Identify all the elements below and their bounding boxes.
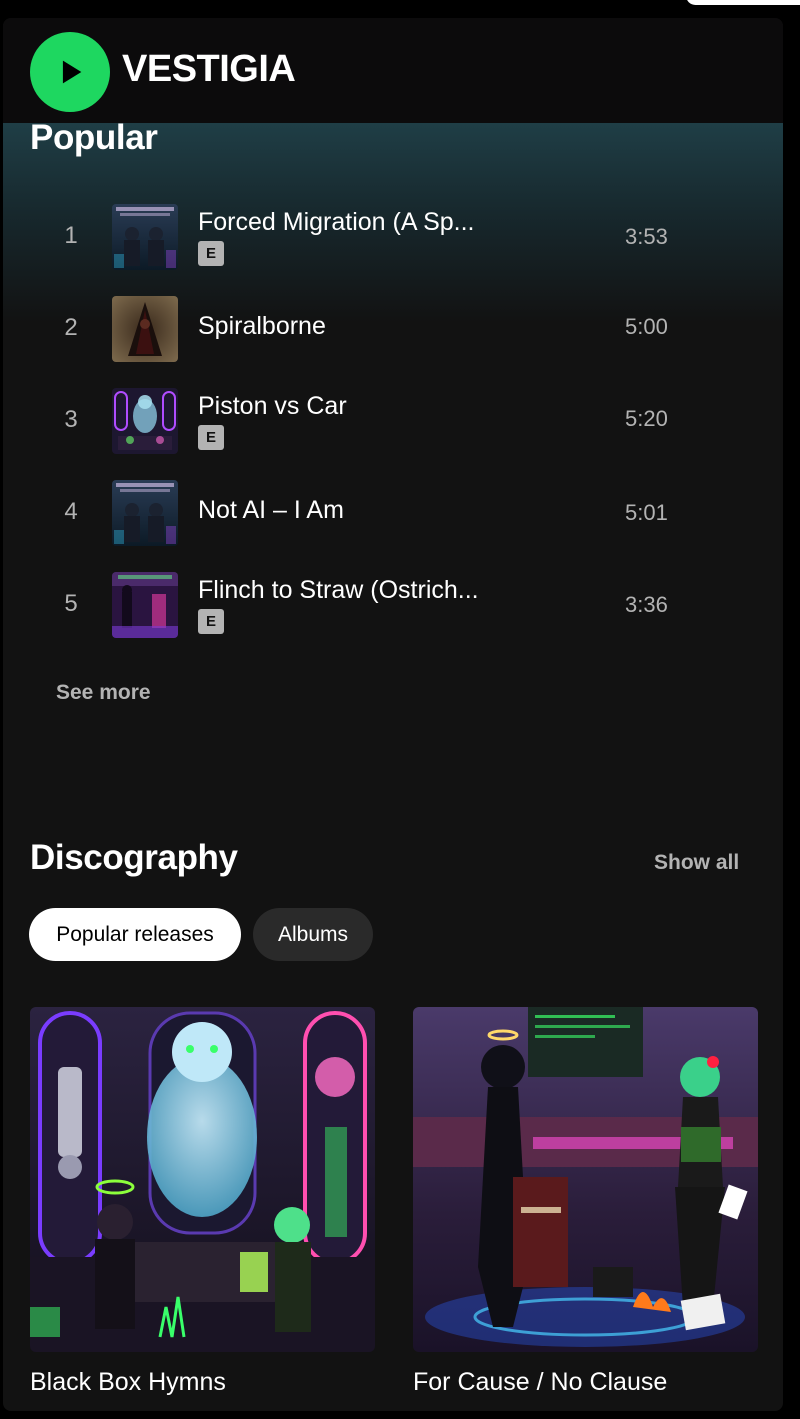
- track-number: 4: [64, 498, 78, 525]
- scroll-gutter: [783, 18, 800, 1419]
- track-duration: 5:20: [625, 406, 668, 431]
- track-title[interactable]: Piston vs Car: [198, 392, 347, 421]
- explicit-badge: E: [198, 609, 224, 634]
- sticky-artist-header: VESTIGIA: [3, 18, 783, 123]
- release-title[interactable]: Black Box Hymns: [30, 1368, 226, 1397]
- artist-name: VESTIGIA: [122, 48, 296, 90]
- release-cover-art[interactable]: [413, 1007, 758, 1352]
- track-row[interactable]: 4 Not AI – I Am 5:01: [39, 476, 739, 548]
- track-number: 1: [64, 222, 78, 249]
- track-title[interactable]: Flinch to Straw (Ostrich...: [198, 576, 479, 605]
- track-row[interactable]: 1 Forced Migration (A Sp... E 3:53: [39, 200, 739, 272]
- track-number: 5: [64, 590, 78, 617]
- window-top-bar: [0, 0, 800, 18]
- track-cover-art: [112, 388, 178, 454]
- filter-chip-popular-releases[interactable]: Popular releases: [29, 908, 241, 961]
- popular-heading: Popular: [30, 118, 158, 157]
- track-number: 2: [64, 314, 78, 341]
- track-duration: 3:36: [625, 592, 668, 617]
- artist-page: VESTIGIA Popular 1 Forced Migration (A S…: [3, 18, 783, 1411]
- track-row[interactable]: 5 Flinch to Straw (Ostrich... E 3:36: [39, 568, 739, 640]
- track-duration: 3:53: [625, 224, 668, 249]
- track-cover-art: [112, 204, 178, 270]
- track-duration: 5:00: [625, 314, 668, 339]
- track-cover-art: [112, 572, 178, 638]
- track-title[interactable]: Forced Migration (A Sp...: [198, 208, 475, 237]
- explicit-badge: E: [198, 425, 224, 450]
- track-cover-art: [112, 296, 178, 362]
- play-icon: [62, 60, 82, 84]
- show-all-link[interactable]: Show all: [654, 851, 739, 875]
- track-number: 3: [64, 406, 78, 433]
- track-title[interactable]: Spiralborne: [198, 312, 326, 341]
- explicit-badge: E: [198, 241, 224, 266]
- track-cover-art: [112, 480, 178, 546]
- filter-chip-albums[interactable]: Albums: [253, 908, 373, 961]
- discography-heading: Discography: [30, 838, 238, 877]
- release-title[interactable]: For Cause / No Clause: [413, 1368, 667, 1397]
- top-search-pill[interactable]: [686, 0, 800, 5]
- track-row[interactable]: 2 Spiralborne 5:00: [39, 292, 739, 364]
- see-more-button[interactable]: See more: [56, 681, 151, 705]
- track-title[interactable]: Not AI – I Am: [198, 496, 344, 525]
- track-duration: 5:01: [625, 500, 668, 525]
- track-row[interactable]: 3 Piston vs Car E 5:20: [39, 384, 739, 456]
- release-cover-art[interactable]: [30, 1007, 375, 1352]
- play-button[interactable]: [30, 32, 110, 112]
